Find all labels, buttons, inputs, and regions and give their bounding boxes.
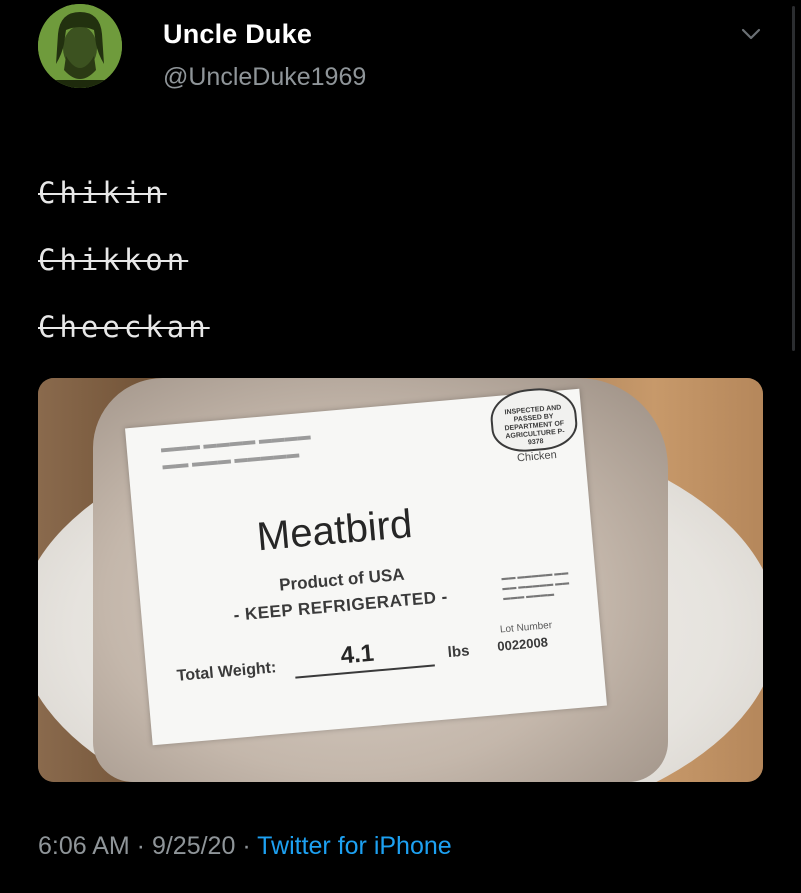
tweet-text: Chikin Chikkon Cheeckan (38, 160, 210, 361)
label-total-weight: Total Weight: (176, 659, 278, 685)
label-weight-value: 4.1 (339, 639, 376, 670)
label-brand: Meatbird (255, 501, 414, 560)
tweet-date[interactable]: 9/25/20 (152, 832, 235, 860)
label-lot-number-title: Lot Number (499, 620, 553, 636)
tweet-meta: 6:06 AM · 9/25/20 · Twitter for iPhone (38, 832, 452, 861)
tweet-line: Chikin (38, 176, 167, 210)
avatar[interactable] (38, 4, 122, 88)
tweet-time[interactable]: 6:06 AM (38, 832, 130, 860)
label-product-of: Product of USA (278, 564, 406, 595)
meta-separator: · (235, 832, 258, 860)
meta-separator: · (129, 832, 152, 860)
label-weight-unit: lbs (447, 642, 471, 662)
scrollbar[interactable] (792, 6, 795, 351)
label-fine-print: ▬▬ ▬▬▬▬▬ ▬▬ ▬▬ ▬▬▬▬▬ ▬▬ ▬▬▬ ▬▬▬▬ (501, 569, 570, 603)
display-name[interactable]: Uncle Duke (163, 19, 312, 50)
user-handle[interactable]: @UncleDuke1969 (163, 63, 366, 92)
tweet-line: Cheeckan (38, 310, 210, 344)
user-avatar-photo (38, 4, 122, 88)
tweet-photo[interactable]: ▬▬▬ ▬▬▬▬ ▬▬▬▬ ▬▬ ▬▬▬ ▬▬▬▬▬ INSPECTED AND … (38, 378, 763, 782)
usda-seal: INSPECTED AND PASSED BY DEPARTMENT OF AG… (488, 385, 580, 455)
product-label: ▬▬▬ ▬▬▬▬ ▬▬▬▬ ▬▬ ▬▬▬ ▬▬▬▬▬ INSPECTED AND … (125, 385, 607, 746)
label-category: Chicken (516, 448, 558, 465)
label-lot-number: 0022008 (496, 634, 549, 654)
tweet-source-link[interactable]: Twitter for iPhone (257, 832, 452, 860)
tweet-line: Chikkon (38, 243, 189, 277)
label-instructions: - KEEP REFRIGERATED - (232, 587, 449, 625)
chevron-down-icon[interactable] (740, 26, 762, 42)
label-faint-text: ▬▬▬ ▬▬▬▬ ▬▬▬▬ ▬▬ ▬▬▬ ▬▬▬▬▬ (160, 427, 312, 473)
tweet-header: Uncle Duke @UncleDuke1969 (0, 0, 801, 120)
usda-seal-text: INSPECTED AND PASSED BY DEPARTMENT OF AG… (504, 404, 565, 447)
